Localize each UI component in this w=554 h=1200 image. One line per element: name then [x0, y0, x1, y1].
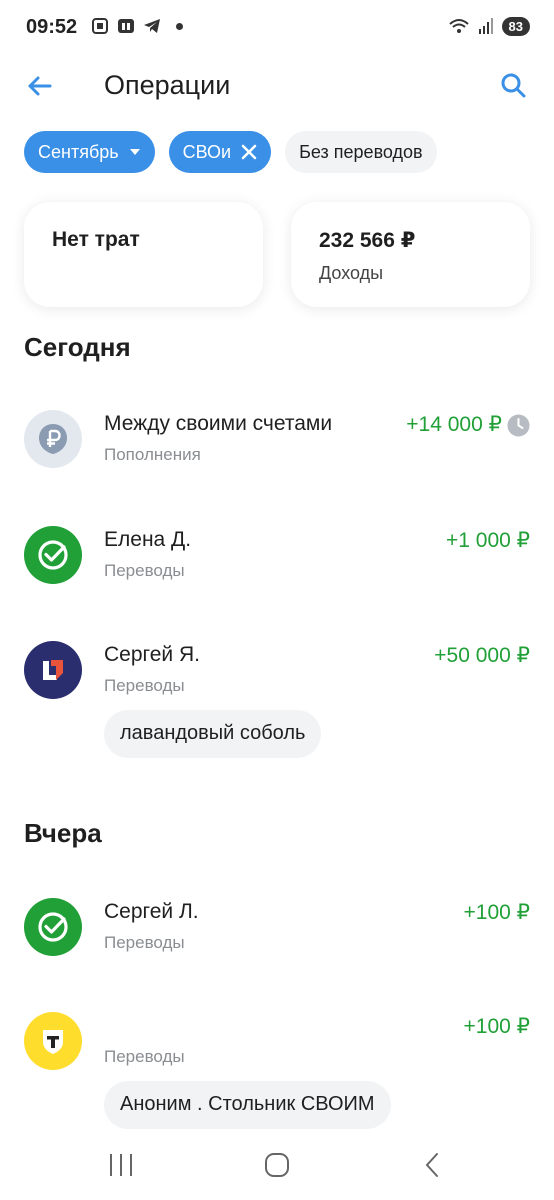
bank-logo-icon — [43, 660, 63, 680]
no-transfers-label: Без переводов — [299, 141, 423, 162]
back-button[interactable] — [22, 68, 58, 104]
operation-amount: +14 000 ₽ — [406, 413, 502, 436]
operation-category: Пополнения — [104, 445, 201, 464]
operation-amount: +1 000 ₽ — [445, 529, 530, 552]
no-transfers-chip[interactable]: Без переводов — [285, 131, 437, 173]
operation-category: Переводы — [104, 561, 185, 580]
operation-row[interactable]: Переводы +100 ₽ — [0, 1012, 554, 1082]
recent-apps-button[interactable] — [106, 1150, 136, 1180]
operation-row[interactable]: Между своими счетами Пополнения +14 000 … — [0, 410, 554, 480]
recent-apps-icon — [110, 1154, 132, 1176]
battery-indicator: 83 — [501, 16, 530, 36]
operation-amount: +100 ₽ — [463, 901, 531, 924]
month-filter-chip[interactable]: Сентябрь — [24, 131, 155, 173]
system-status: 83 — [448, 16, 530, 36]
arrow-left-icon — [28, 76, 52, 96]
back-nav-button[interactable] — [418, 1150, 448, 1180]
search-icon — [501, 73, 526, 98]
operation-category: Переводы — [104, 1047, 185, 1066]
avatar — [24, 410, 82, 468]
page-title: Операции — [104, 70, 231, 100]
status-bar: 09:52 83 — [0, 0, 554, 54]
month-filter-label: Сентябрь — [38, 141, 119, 162]
operation-row[interactable]: Сергей Л. Переводы +100 ₽ — [0, 898, 554, 968]
system-navigation-bar — [0, 1140, 554, 1190]
summary-cards: Нет трат 232 566 ₽ Доходы — [24, 202, 530, 307]
home-button[interactable] — [262, 1150, 292, 1180]
operation-row[interactable]: Сергей Я. Переводы +50 000 ₽ — [0, 641, 554, 711]
income-card[interactable]: 232 566 ₽ Доходы — [291, 202, 530, 307]
sber-icon — [38, 912, 68, 942]
operation-category: Переводы — [104, 676, 185, 695]
signal-icon — [478, 18, 493, 34]
section-yesterday-title: Вчера — [24, 818, 102, 848]
screenshot-icon — [92, 18, 108, 34]
wifi-icon — [448, 19, 469, 33]
search-button[interactable] — [496, 68, 532, 104]
status-time: 09:52 — [26, 16, 78, 38]
tag-filter-label: СВОи — [182, 141, 232, 162]
telegram-icon — [144, 19, 160, 33]
section-today-title: Сегодня — [24, 332, 131, 362]
expenses-value: Нет трат — [52, 228, 140, 251]
operation-name: Елена Д. — [104, 528, 192, 551]
ruble-icon — [39, 424, 67, 454]
close-icon[interactable] — [241, 144, 257, 160]
operation-name: Сергей Л. — [104, 900, 199, 923]
income-label: Доходы — [319, 263, 384, 283]
operation-row[interactable]: Елена Д. Переводы +1 000 ₽ — [0, 526, 554, 596]
more-notifications-dot — [176, 22, 183, 30]
income-value: 232 566 ₽ — [319, 229, 416, 252]
avatar — [24, 641, 82, 699]
app-header: Операции — [0, 60, 554, 110]
home-icon — [265, 1153, 289, 1177]
operation-amount: +100 ₽ — [463, 1015, 531, 1038]
tag-filter-chip[interactable]: СВОи — [168, 131, 272, 173]
avatar — [24, 1012, 82, 1070]
chevron-left-icon — [425, 1153, 438, 1177]
tbank-icon — [43, 1030, 63, 1054]
expenses-card[interactable]: Нет трат — [24, 202, 263, 307]
filter-chips: Сентябрь СВОи Без переводов — [24, 131, 437, 173]
operation-name: Сергей Я. — [104, 643, 200, 666]
operation-amount: +50 000 ₽ — [434, 644, 530, 667]
operation-category: Переводы — [104, 933, 185, 952]
avatar — [24, 898, 82, 956]
operation-comment: Аноним . Стольник СВОИМ — [104, 1081, 391, 1129]
caret-down-icon — [129, 148, 141, 156]
operation-name: Между своими счетами — [104, 412, 333, 435]
clock-icon — [507, 414, 530, 437]
operation-comment: лавандовый соболь — [104, 710, 322, 758]
avatar — [24, 526, 82, 584]
sber-icon — [38, 540, 68, 570]
app-notification-icon — [118, 19, 134, 33]
notification-icons — [90, 16, 183, 36]
